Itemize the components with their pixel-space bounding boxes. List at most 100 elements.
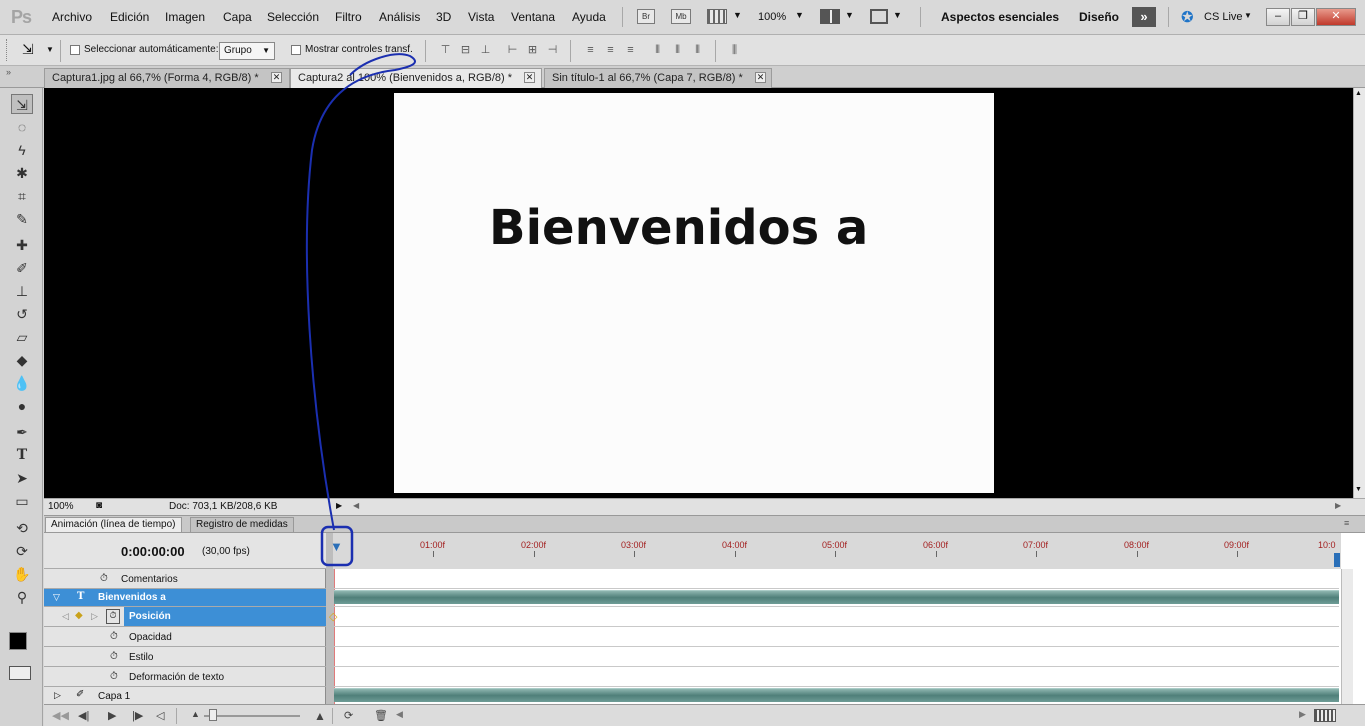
chevron-down-icon[interactable]: ▽: [53, 592, 60, 603]
playhead-icon[interactable]: ▼: [330, 539, 343, 554]
menu-analisis[interactable]: Análisis: [379, 10, 420, 24]
scroll-left-icon[interactable]: ◀: [353, 501, 359, 510]
eyedropper-tool-icon[interactable]: ✎: [11, 209, 33, 229]
scroll-right-icon[interactable]: ▶: [1335, 501, 1341, 510]
comments-row[interactable]: ⏱ Comentarios: [44, 569, 326, 589]
style-track[interactable]: [334, 647, 1339, 667]
align-hcenter-icon[interactable]: ⊞: [525, 44, 540, 57]
type-tool-icon[interactable]: T: [11, 445, 33, 465]
close-icon[interactable]: ✕: [1316, 8, 1356, 26]
tab-captura2[interactable]: Captura2 al 100% (Bienvenidos a, RGB/8) …: [290, 68, 542, 88]
chevron-right-icon[interactable]: ▷: [54, 690, 61, 701]
quick-select-tool-icon[interactable]: ✱: [11, 163, 33, 183]
frame-view-icon[interactable]: [1314, 709, 1336, 722]
align-bottom-icon[interactable]: ⊥: [478, 44, 493, 57]
canvas-area[interactable]: Bienvenidos a: [44, 88, 1353, 498]
menu-edicion[interactable]: Edición: [110, 10, 149, 24]
minimize-button[interactable]: –: [1266, 8, 1290, 26]
keyframe-icon[interactable]: ◇: [329, 610, 337, 623]
menu-vista[interactable]: Vista: [468, 10, 494, 24]
healing-brush-tool-icon[interactable]: ✚: [11, 235, 33, 255]
opacity-track[interactable]: [334, 627, 1339, 647]
align-left-icon[interactable]: ⊢: [505, 44, 520, 57]
distribute-left-icon[interactable]: ⫴: [650, 44, 665, 57]
tab-measure-log[interactable]: Registro de medidas: [190, 517, 294, 533]
scroll-down-icon[interactable]: ▼: [1355, 486, 1362, 493]
auto-select-checkbox[interactable]: [70, 45, 80, 55]
cslive-button[interactable]: CS Live: [1204, 11, 1243, 23]
dodge-tool-icon[interactable]: ●: [11, 396, 33, 416]
convert-frames-icon[interactable]: ⟳: [344, 709, 353, 722]
restore-button[interactable]: ❐: [1291, 8, 1315, 26]
bridge-button[interactable]: Br: [637, 9, 655, 24]
menu-capa[interactable]: Capa: [223, 10, 252, 24]
chevron-down-icon[interactable]: ▼: [893, 10, 902, 20]
layer-track-capa1[interactable]: [334, 687, 1339, 705]
close-icon[interactable]: ✕: [755, 72, 766, 83]
3d-orbit-tool-icon[interactable]: ⟳: [11, 541, 33, 561]
stopwatch-icon[interactable]: ⏱: [110, 651, 118, 662]
scroll-left-icon[interactable]: ◀: [396, 709, 403, 720]
brush-tool-icon[interactable]: ✐: [11, 258, 33, 278]
crop-tool-icon[interactable]: ⌗: [11, 186, 33, 206]
scroll-up-icon[interactable]: ▲: [1355, 90, 1362, 97]
menu-filtro[interactable]: Filtro: [335, 10, 362, 24]
warp-track[interactable]: [334, 667, 1339, 687]
time-ruler[interactable]: 01:00f 02:00f 03:00f 04:00f 05:00f 06:00…: [330, 533, 1341, 569]
current-timecode[interactable]: 0:00:00:00: [121, 544, 185, 559]
prev-keyframe-icon[interactable]: ◁: [62, 611, 69, 622]
trash-icon[interactable]: 🗑: [374, 709, 388, 722]
zoom-level[interactable]: 100%: [758, 11, 786, 23]
blur-tool-icon[interactable]: 💧: [11, 373, 33, 393]
distribute-vcenter-icon[interactable]: ≡: [603, 44, 618, 57]
zoom-slider-thumb[interactable]: [209, 709, 217, 721]
path-selection-tool-icon[interactable]: ➤: [11, 468, 33, 488]
position-row[interactable]: ◁ ◆ ▷ ⏱ Posición: [44, 607, 326, 627]
move-tool-icon[interactable]: ⇲: [11, 94, 33, 114]
collapse-panels-icon[interactable]: »: [6, 67, 11, 77]
eraser-tool-icon[interactable]: ▱: [11, 327, 33, 347]
auto-select-dropdown[interactable]: Grupo ▼: [219, 42, 275, 60]
stopwatch-icon[interactable]: ⏱: [106, 609, 120, 624]
document-canvas[interactable]: Bienvenidos a: [394, 93, 994, 493]
marquee-tool-icon[interactable]: ◌: [11, 117, 33, 137]
menu-imagen[interactable]: Imagen: [165, 10, 205, 24]
rectangle-tool-icon[interactable]: ▭: [11, 491, 33, 511]
opacity-row[interactable]: ⏱ Opacidad: [44, 627, 326, 647]
quick-mask-icon[interactable]: [9, 666, 31, 680]
distribute-hcenter-icon[interactable]: ⫴: [670, 44, 685, 57]
style-row[interactable]: ⏱ Estilo: [44, 647, 326, 667]
layer-duration-bar[interactable]: [334, 688, 1339, 702]
status-menu-icon[interactable]: ▶: [336, 501, 342, 510]
align-right-icon[interactable]: ⊣: [545, 44, 560, 57]
minibridge-button[interactable]: Mb: [671, 9, 691, 24]
first-frame-icon[interactable]: ◀◀: [52, 709, 69, 722]
chevron-down-icon[interactable]: ▼: [1244, 11, 1252, 20]
history-brush-tool-icon[interactable]: ↺: [11, 304, 33, 324]
auto-align-icon[interactable]: ⫼: [727, 44, 742, 57]
play-icon[interactable]: ▶: [108, 709, 116, 722]
warp-row[interactable]: ⏱ Deformación de texto: [44, 667, 326, 687]
align-vcenter-icon[interactable]: ⊟: [458, 44, 473, 57]
zoom-out-icon[interactable]: ▲: [191, 709, 200, 719]
menu-ayuda[interactable]: Ayuda: [572, 10, 606, 24]
layer-row-capa1[interactable]: ▷ ✐ Capa 1: [44, 687, 326, 705]
prev-frame-icon[interactable]: ◀|: [78, 709, 89, 722]
screen-mode-icon[interactable]: [870, 9, 888, 24]
distribute-right-icon[interactable]: ⫴: [690, 44, 705, 57]
timeline-vertical-scrollbar[interactable]: [1341, 569, 1353, 705]
position-track[interactable]: ◇: [329, 607, 1339, 627]
workspace-essentials[interactable]: Aspectos esenciales: [941, 10, 1059, 24]
extras-icon[interactable]: [707, 9, 727, 24]
scroll-right-icon[interactable]: ▶: [1299, 709, 1306, 720]
3d-rotate-tool-icon[interactable]: ⟲: [11, 518, 33, 538]
zoom-slider-track[interactable]: [204, 715, 300, 717]
tab-sin-titulo[interactable]: Sin título-1 al 66,7% (Capa 7, RGB/8) * …: [544, 68, 772, 88]
hand-tool-icon[interactable]: ✋: [11, 564, 33, 584]
tab-captura1[interactable]: Captura1.jpg al 66,7% (Forma 4, RGB/8) *…: [44, 68, 290, 88]
chevron-down-icon[interactable]: ▼: [845, 10, 854, 20]
document-text-layer[interactable]: Bienvenidos a: [489, 200, 868, 256]
close-icon[interactable]: ✕: [271, 72, 282, 83]
keyframe-diamond-icon[interactable]: ◆: [75, 610, 83, 621]
menu-ventana[interactable]: Ventana: [511, 10, 555, 24]
